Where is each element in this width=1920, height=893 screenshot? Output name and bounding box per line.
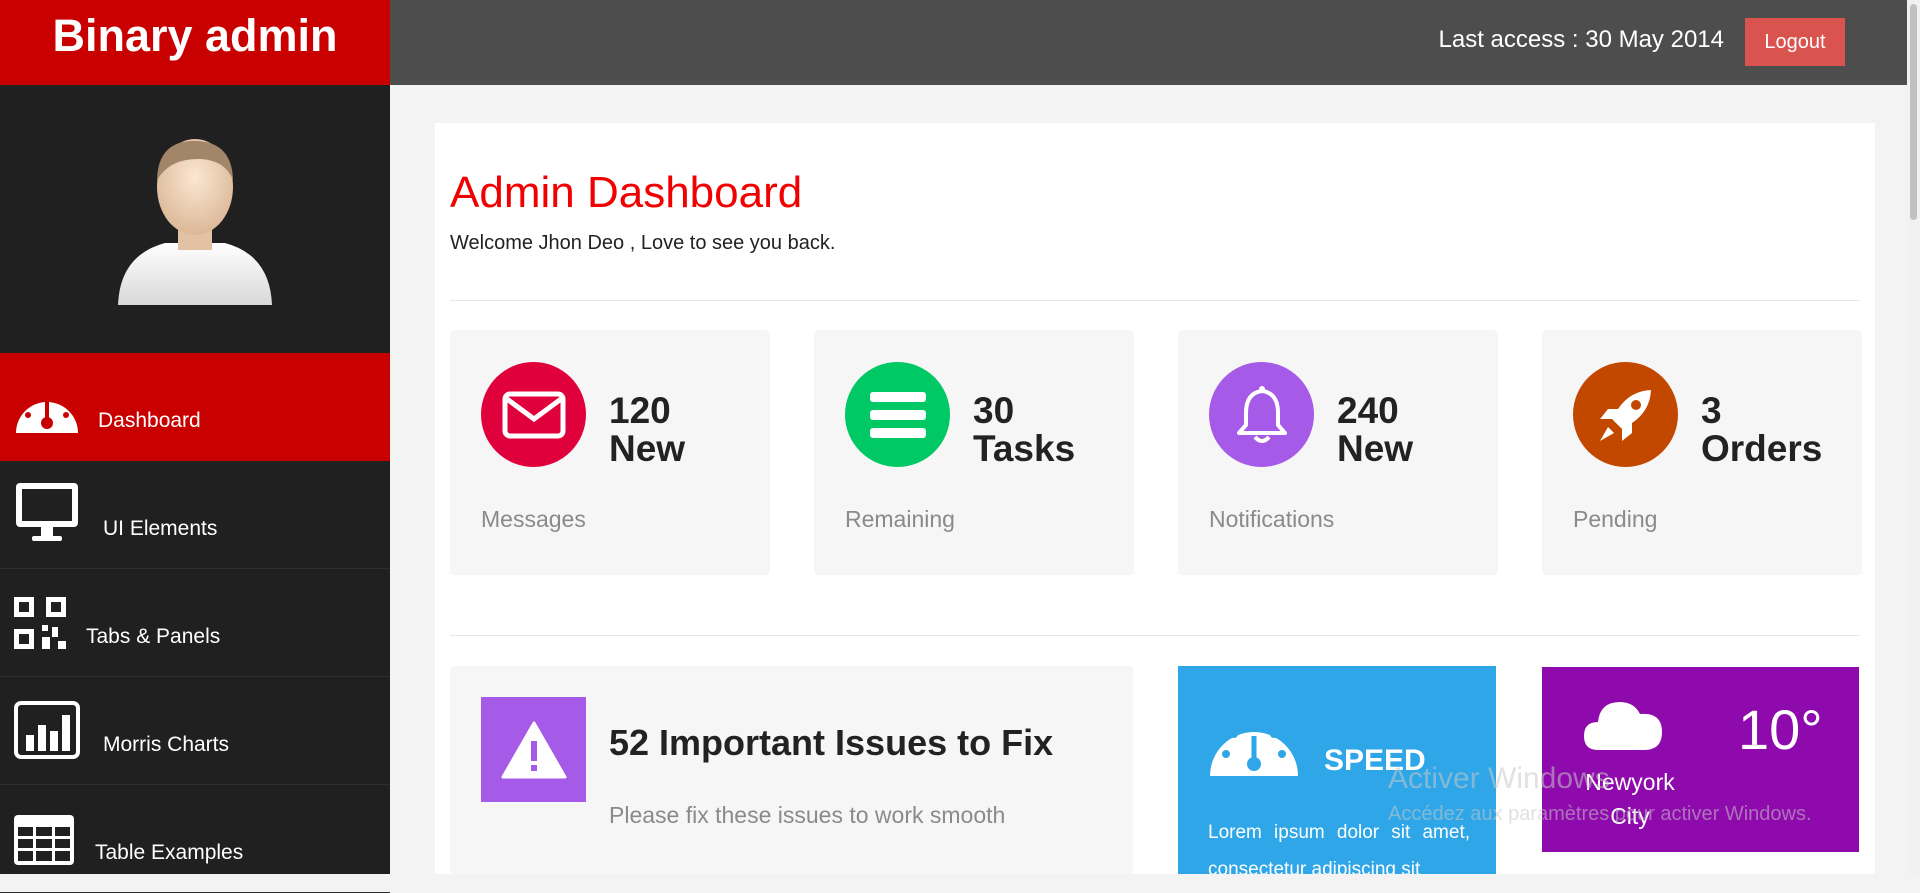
cloud-icon <box>1584 702 1662 750</box>
sidebar-item-morris-charts[interactable]: Morris Charts <box>0 677 390 785</box>
bars-icon <box>845 362 950 467</box>
stat-value: 240 New <box>1337 390 1414 469</box>
bar-chart-icon <box>14 701 80 759</box>
stat-label: Messages <box>481 506 586 532</box>
bell-icon <box>1209 362 1314 467</box>
stat-card-messages: 120 New Messages <box>450 330 770 575</box>
stat-card-notifications: 240 New Notifications <box>1178 330 1498 575</box>
sidebar-item-dashboard[interactable]: Dashboard <box>0 353 390 461</box>
sidebar-item-label: Morris Charts <box>103 733 230 756</box>
sidebar-item-label: Tabs & Panels <box>86 625 221 648</box>
divider <box>450 635 1860 636</box>
sidebar-item-table-examples[interactable]: Table Examples <box>0 785 390 893</box>
sidebar-item-label: Dashboard <box>98 409 201 432</box>
logout-button[interactable]: Logout <box>1745 18 1845 66</box>
stat-value: 30 Tasks <box>973 390 1076 469</box>
stat-label: Notifications <box>1209 506 1335 532</box>
table-icon <box>14 815 74 865</box>
warning-icon <box>481 697 586 802</box>
page-title: Admin Dashboard <box>450 168 803 217</box>
scrollbar-thumb[interactable] <box>1910 4 1917 220</box>
windows-watermark-title: Activer Windows <box>1388 762 1610 795</box>
welcome-text: Welcome Jhon Deo , Love to see you back. <box>450 232 836 254</box>
issues-title: 52 Important Issues to Fix <box>609 722 1054 763</box>
sidebar: Dashboard UI Elements Tabs & Panels Morr… <box>0 85 390 893</box>
stat-value: 120 New <box>609 390 686 469</box>
stat-label: Remaining <box>845 506 955 532</box>
sidebar-item-ui-elements[interactable]: UI Elements <box>0 461 390 569</box>
stat-value: 3 Orders <box>1701 390 1823 469</box>
dashboard-icon <box>16 391 78 433</box>
sidebar-item-label: UI Elements <box>103 517 218 540</box>
top-navbar: Binary admin Last access : 30 May 2014 L… <box>0 0 1920 85</box>
sidebar-item-label: Table Examples <box>95 841 244 864</box>
vertical-scrollbar[interactable] <box>1907 0 1920 874</box>
last-access-text: Last access : 30 May 2014 <box>1438 26 1725 53</box>
stat-card-tasks: 30 Tasks Remaining <box>814 330 1134 575</box>
brand-logo[interactable]: Binary admin <box>0 0 390 85</box>
qrcode-icon <box>14 597 66 649</box>
stat-card-orders: 3 Orders Pending <box>1542 330 1862 575</box>
stat-label: Pending <box>1573 506 1658 532</box>
user-avatar <box>118 139 272 305</box>
issues-card: 52 Important Issues to Fix Please fix th… <box>450 666 1133 874</box>
rocket-icon <box>1573 362 1678 467</box>
issues-subtitle: Please fix these issues to work smooth <box>609 802 1006 828</box>
divider <box>450 300 1860 301</box>
windows-watermark-text: Accédez aux paramètres pour activer Wind… <box>1388 803 1812 825</box>
desktop-icon <box>16 483 78 541</box>
dashboard-icon <box>1210 722 1298 776</box>
envelope-icon <box>481 362 586 467</box>
weather-temperature: 10° <box>1738 698 1823 761</box>
sidebar-item-tabs-panels[interactable]: Tabs & Panels <box>0 569 390 677</box>
